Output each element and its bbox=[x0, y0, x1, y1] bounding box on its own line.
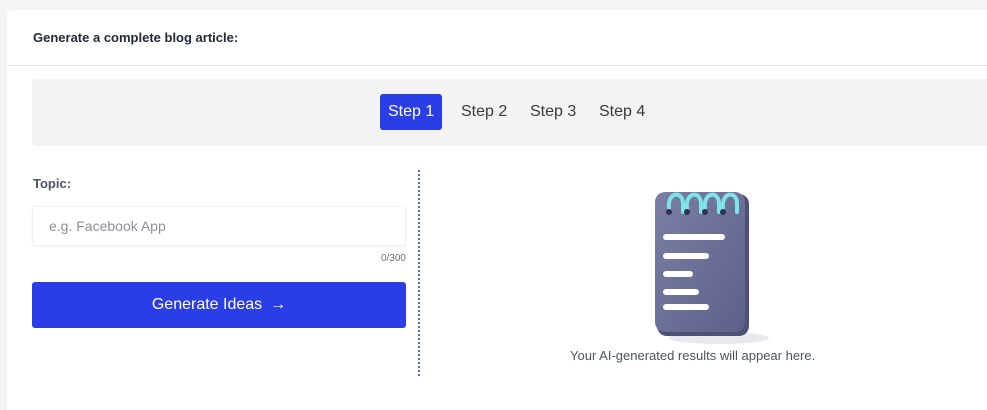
column-divider bbox=[418, 170, 420, 376]
topic-input[interactable] bbox=[32, 206, 406, 246]
tab-step-1[interactable]: Step 1 bbox=[380, 94, 443, 130]
card-title: Generate a complete blog article: bbox=[33, 30, 239, 45]
notepad-icon bbox=[647, 180, 777, 350]
topic-label: Topic: bbox=[33, 176, 72, 191]
char-counter: 0/300 bbox=[380, 253, 406, 264]
steps-bar: Step 1 Step 2 Step 3 Step 4 bbox=[32, 79, 987, 146]
generate-ideas-label: Generate Ideas bbox=[151, 296, 263, 313]
blog-article-card: Generate a complete blog article: Step 1… bbox=[7, 10, 987, 410]
tab-step-3[interactable]: Step 3 bbox=[522, 94, 584, 130]
empty-results-message: Your AI-generated results will appear he… bbox=[570, 348, 816, 363]
card-header: Generate a complete blog article: bbox=[7, 10, 987, 66]
generate-ideas-button[interactable]: Generate Ideas → bbox=[32, 282, 406, 328]
tab-step-2[interactable]: Step 2 bbox=[453, 94, 515, 130]
tab-step-4[interactable]: Step 4 bbox=[591, 94, 653, 130]
arrow-right-icon: → bbox=[270, 296, 287, 313]
